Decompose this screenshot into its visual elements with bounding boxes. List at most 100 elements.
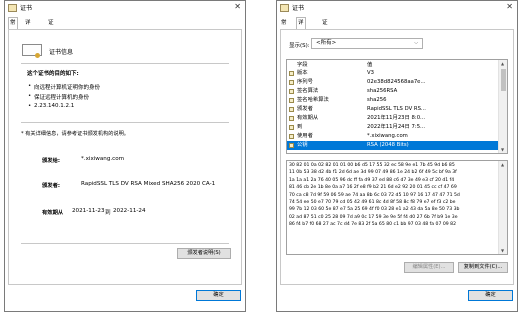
scroll-down-icon[interactable]: ▼: [501, 248, 504, 253]
field-value: sha256: [367, 97, 387, 103]
show-label: 显示(S):: [289, 43, 310, 49]
note-text: * 有关详细信息，请参考证书颁发机构的说明。: [21, 131, 129, 137]
field-name: 签名哈希算法: [297, 97, 329, 103]
hex-line: 30 82 01 0a 02 82 01 01 00 b6 d5 17 55 3…: [289, 163, 455, 168]
field-value: 2021年11月23日 8:0...: [367, 115, 426, 121]
field-value: 02e38d824568aa7e...: [367, 79, 426, 85]
purpose-item: 保证远程计算机的身份: [28, 93, 89, 101]
hex-line: 70 ca c8 7d 9f 59 06 59 ae 74 aa 8b 6c 0…: [289, 192, 460, 198]
field-name: 使用者: [297, 133, 313, 139]
hex-line: 1a 1a a1 2a 76 40 05 96 dc ff fa d9 37 e…: [289, 177, 455, 183]
list-item[interactable]: 公钥 RSA (2048 Bits): [287, 141, 499, 150]
window-title: 证书: [20, 5, 33, 12]
hex-line: 74 54 ee 50 e7 70 79 cd 05 42 49 61 8c 4…: [289, 200, 456, 205]
divider: [21, 122, 229, 123]
window-title: 证书: [292, 5, 305, 12]
field-name: 有效期从: [297, 115, 319, 121]
field-icon: [289, 143, 294, 148]
issued-to-value: *.xixiwang.com: [81, 156, 125, 162]
field-value: RSA (2048 Bits): [367, 142, 409, 148]
field-value: 2022年11月24日 7:5...: [367, 124, 426, 130]
scroll-up-icon[interactable]: ▲: [501, 162, 504, 167]
close-icon[interactable]: ✕: [234, 2, 241, 11]
hex-line: 02 ad 87 51 c0 25 28 09 7d a9 0c 17 59 3…: [289, 214, 458, 220]
list-item[interactable]: 有效期从 2021年11月23日 8:0...: [287, 114, 499, 123]
issued-to-label: 颁发给:: [42, 158, 61, 164]
certificate-icon: [280, 4, 289, 12]
ok-button[interactable]: 确定: [468, 290, 513, 301]
column-field[interactable]: 字段: [297, 60, 308, 68]
hex-line: 11 0b 53 38 d2 4b f1 2d 6d ae 3d 99 07 4…: [289, 170, 457, 176]
field-icon: [289, 116, 294, 121]
scroll-down-icon[interactable]: ▼: [501, 147, 504, 152]
field-icon: [289, 80, 294, 85]
issuer-statement-button[interactable]: 颁发者说明(S): [177, 248, 231, 259]
column-value[interactable]: 值: [367, 60, 372, 68]
close-icon[interactable]: ✕: [506, 2, 513, 11]
divider: [21, 63, 229, 64]
title-bar: 证书 ✕: [5, 1, 245, 16]
list-item[interactable]: 序列号 02e38d824568aa7e...: [287, 78, 499, 87]
purpose-item: 2.23.140.1.2.1: [28, 103, 74, 109]
tab-general[interactable]: 常规: [8, 17, 18, 36]
field-name: 版本: [297, 70, 308, 76]
list-item[interactable]: 颁发者 RapidSSL TLS DV RS...: [287, 105, 499, 114]
details-panel: 显示(S): <所有> ⌵ 字段 值 版本 V3 序列号 02e38d824568aa…: [280, 29, 514, 285]
field-value: V3: [367, 70, 374, 76]
tab-cert-path[interactable]: 证书路径: [321, 18, 329, 56]
hex-line: 86 f4 b7 f0 68 27 ac 7c d4 7e 83 2f 5a 6…: [289, 222, 457, 228]
certificate-icon: [8, 4, 17, 12]
field-name: 到: [297, 124, 303, 130]
list-scrollbar[interactable]: ▲ ▼: [498, 60, 507, 153]
tab-details[interactable]: 详细信息: [296, 17, 306, 56]
validity-from: 2021-11-23: [72, 208, 105, 214]
validity-to: 2022-11-24: [113, 208, 146, 214]
edit-properties-button[interactable]: 编辑属性(E)...: [404, 262, 454, 273]
scroll-up-icon[interactable]: ▲: [501, 61, 504, 66]
list-item[interactable]: 到 2022年11月24日 7:5...: [287, 123, 499, 132]
hex-line: 81 46 cb 2e 1b 8e 0a a7 16 2f e8 f9 b2 2…: [289, 185, 457, 191]
general-panel: 证书信息 这个证书的目的如下: 向远程计算机证明你的身份 保证远程计算机的身份 …: [8, 29, 242, 285]
fields-list[interactable]: 字段 值 版本 V3 序列号 02e38d824568aa7e... 签名算法 sha25…: [286, 59, 508, 154]
show-select[interactable]: <所有> ⌵: [311, 38, 423, 49]
certificate-window-general: 证书 ✕ 常规 详细信息 证书路径 证书信息 这个证书的目的如下: 向远程计算机…: [4, 0, 246, 312]
value-detail-box[interactable]: 30 82 01 0a 02 82 01 01 00 b6 d5 17 55 3…: [286, 160, 508, 255]
chevron-down-icon: ⌵: [414, 40, 418, 46]
purpose-item: 向远程计算机证明你的身份: [28, 83, 100, 91]
detail-scrollbar[interactable]: ▲ ▼: [498, 161, 507, 254]
field-icon: [289, 98, 294, 103]
scroll-thumb[interactable]: [501, 69, 506, 91]
field-icon: [289, 71, 294, 76]
field-name: 公钥: [297, 142, 308, 148]
field-icon: [289, 134, 294, 139]
list-item[interactable]: 版本 V3: [287, 69, 499, 78]
field-icon: [289, 107, 294, 112]
ok-button[interactable]: 确定: [196, 290, 241, 301]
certificate-icon: [22, 44, 42, 58]
hex-line: 99 7b 12 03 60 5e 87 e7 5a 25 69 4f f0 0…: [289, 207, 460, 213]
validity-label: 有效期从: [42, 210, 64, 216]
list-item[interactable]: 签名哈希算法 sha256: [287, 96, 499, 105]
tab-details[interactable]: 详细信息: [24, 18, 32, 56]
field-name: 序列号: [297, 79, 313, 85]
tab-general[interactable]: 常规: [280, 18, 288, 36]
list-item[interactable]: 签名算法 sha256RSA: [287, 87, 499, 96]
field-name: 签名算法: [297, 88, 319, 94]
divider: [21, 243, 229, 244]
copy-to-file-button[interactable]: 复制到文件(C)...: [458, 262, 508, 273]
title-bar: 证书 ✕: [277, 1, 517, 16]
show-select-value: <所有>: [316, 40, 337, 46]
cert-info-title: 证书信息: [49, 49, 74, 56]
certificate-window-details: 证书 ✕ 常规 详细信息 证书路径 显示(S): <所有> ⌵ 字段 值 版本 V…: [276, 0, 518, 312]
issued-by-label: 颁发者:: [42, 183, 61, 189]
list-header: 字段 值: [287, 60, 499, 68]
field-value: RapidSSL TLS DV RS...: [367, 106, 426, 112]
field-name: 颁发者: [297, 106, 313, 112]
tab-cert-path[interactable]: 证书路径: [47, 18, 55, 56]
purpose-heading: 这个证书的目的如下:: [27, 71, 79, 77]
field-icon: [289, 89, 294, 94]
field-icon: [289, 125, 294, 130]
issued-by-value: RapidSSL TLS DV RSA Mixed SHA256 2020 CA…: [81, 181, 216, 187]
field-value: *.xixiwang.com: [367, 133, 408, 139]
list-item[interactable]: 使用者 *.xixiwang.com: [287, 132, 499, 141]
